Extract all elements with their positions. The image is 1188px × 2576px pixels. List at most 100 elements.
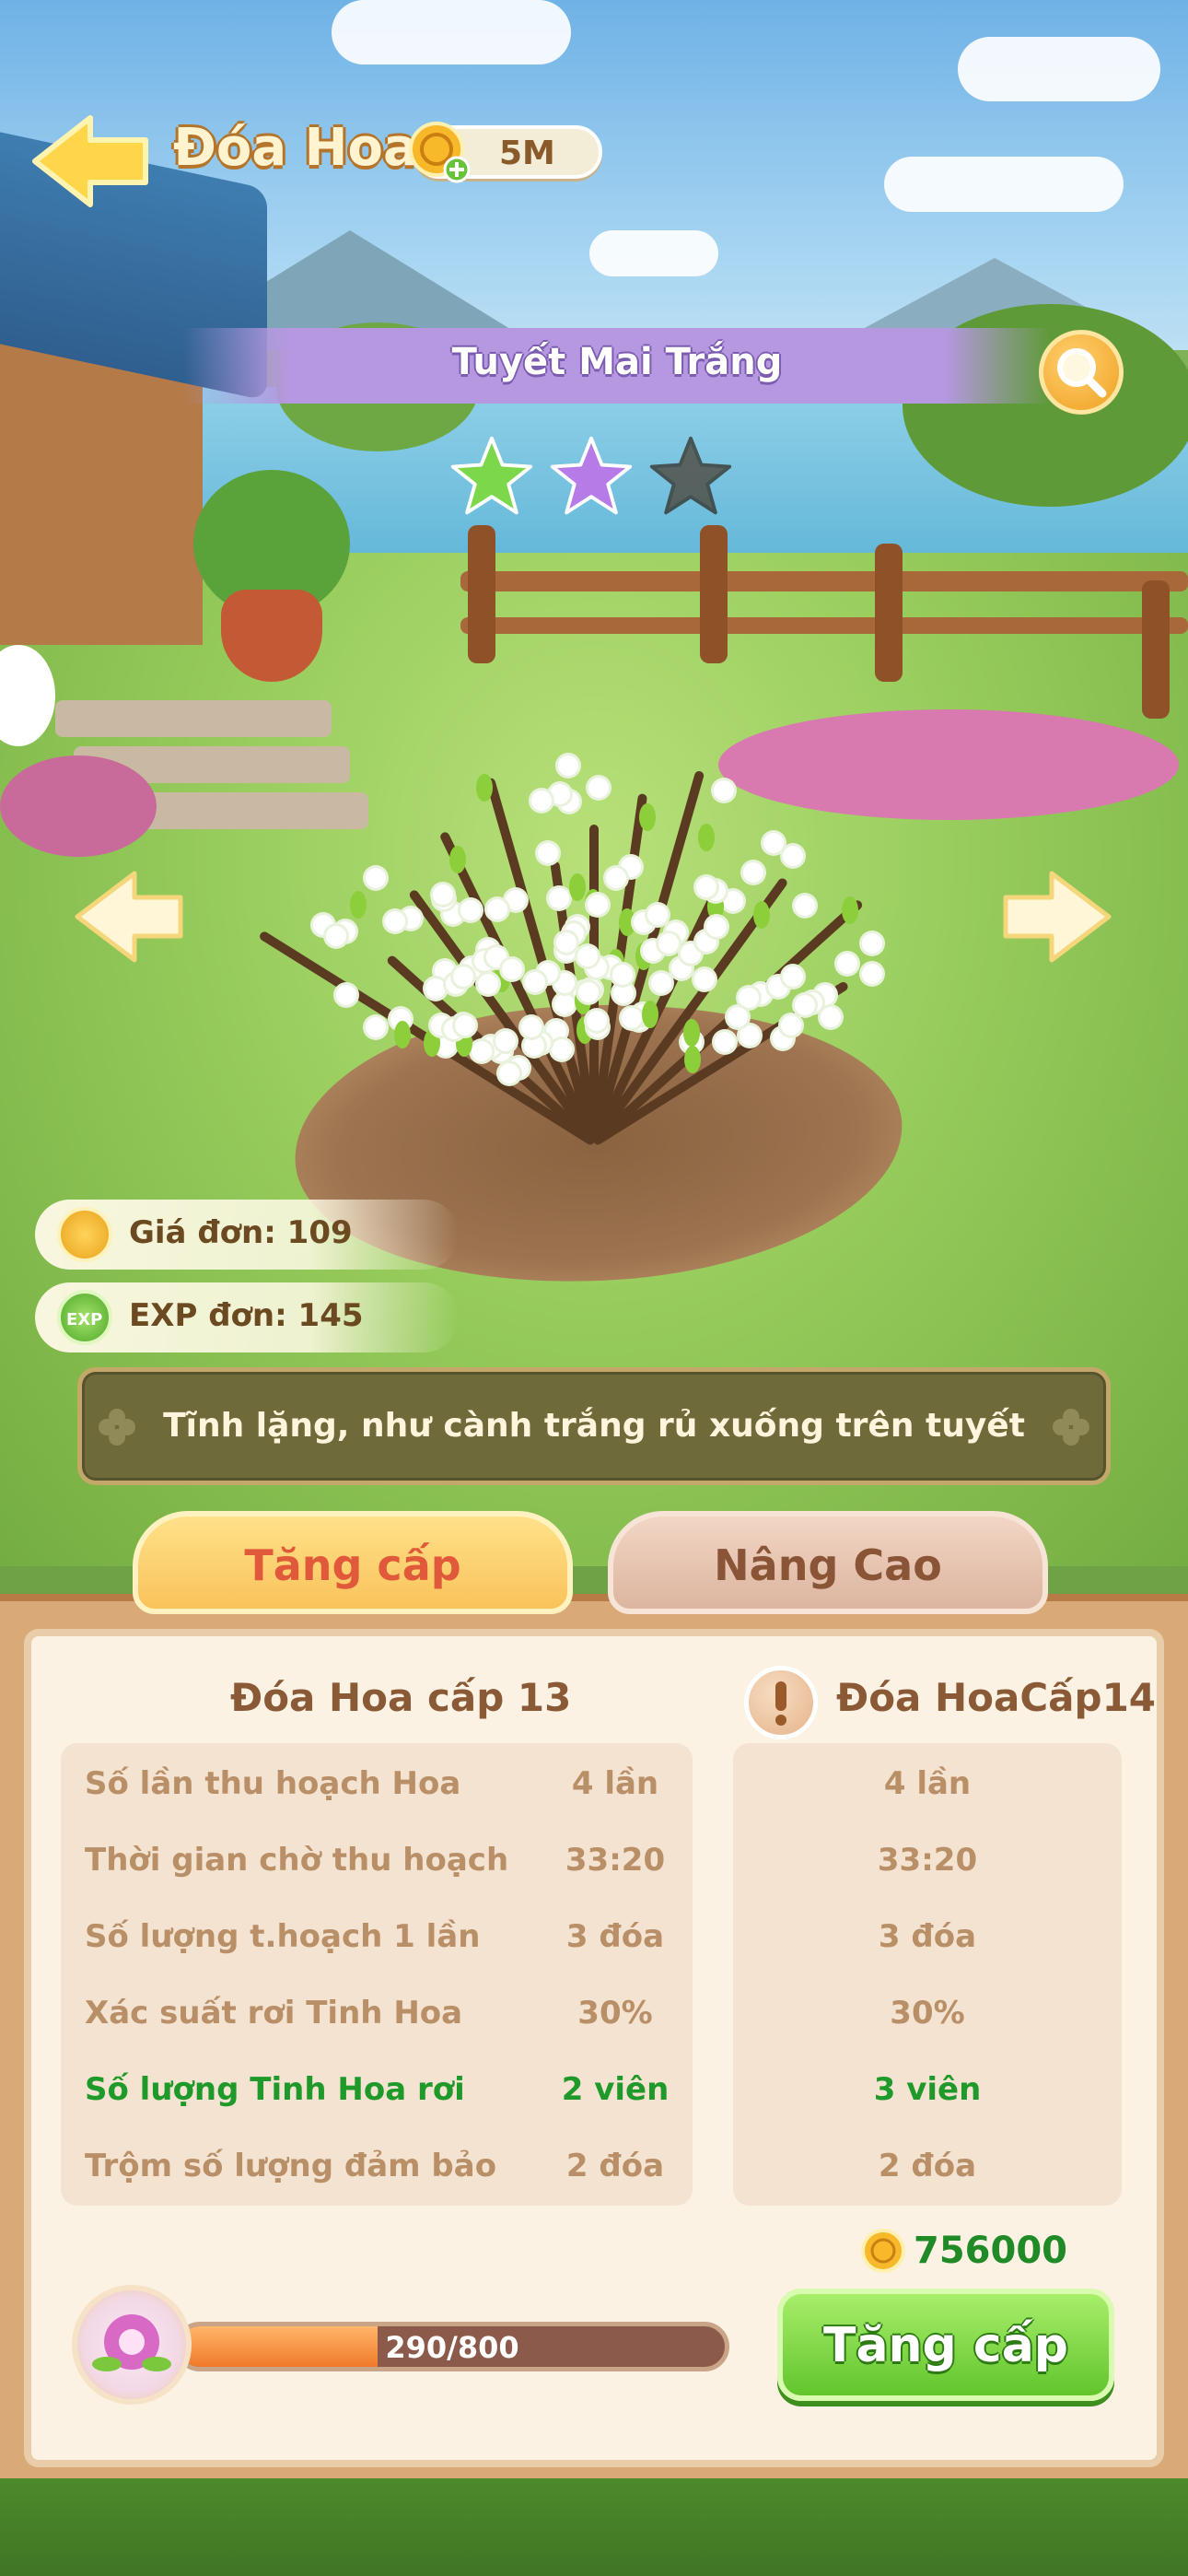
leaf	[350, 891, 367, 919]
upgrade-button-label: Tăng cấp	[822, 2318, 1069, 2373]
blossom	[658, 933, 679, 954]
coin-icon	[861, 2229, 905, 2273]
leaf	[476, 773, 494, 802]
leaf	[684, 1045, 702, 1073]
plum-blossom-plant[interactable]	[258, 590, 884, 1161]
leaf	[642, 1000, 659, 1028]
blossom	[524, 1035, 545, 1056]
prev-flower-button[interactable]	[70, 866, 190, 967]
blossom	[460, 900, 482, 921]
blossom	[613, 982, 635, 1003]
arrow-left-icon	[75, 871, 183, 963]
flower-name: Tuyết Mai Trắng	[451, 341, 783, 383]
blossom	[611, 964, 633, 985]
back-arrow-icon	[32, 115, 148, 207]
blossom	[728, 1007, 749, 1028]
unit-price: Giá đơn: 109	[129, 1214, 353, 1251]
stat-next-value: 2 đóa	[878, 2148, 977, 2184]
blossom	[705, 916, 727, 937]
blossom	[780, 1015, 801, 1036]
blossom	[605, 867, 626, 888]
leaf	[393, 1021, 411, 1049]
blossom	[782, 846, 803, 867]
tab-upgrade[interactable]: Tăng cấp	[133, 1511, 573, 1614]
blossom	[695, 876, 716, 897]
blossom	[821, 1006, 842, 1027]
stat-label: Trộm số lượng đảm bảo	[85, 2148, 497, 2184]
clover-icon	[1053, 1409, 1089, 1446]
warning-icon[interactable]	[744, 1666, 818, 1739]
blossom	[577, 946, 598, 967]
blossom	[553, 993, 575, 1014]
blossom	[782, 966, 803, 987]
leaf	[698, 824, 716, 852]
blossom	[713, 779, 734, 801]
leaf	[841, 896, 858, 925]
blossom	[432, 884, 453, 906]
blossom	[326, 925, 347, 946]
coin-icon	[57, 1207, 112, 1262]
blossom	[498, 1062, 519, 1083]
blossom	[425, 978, 446, 1000]
tab-upgrade-label: Tăng cấp	[244, 1540, 461, 1590]
footer-grass	[0, 2478, 1188, 2576]
star-rating	[448, 433, 751, 525]
leaf	[618, 907, 635, 936]
blossom	[506, 889, 527, 910]
upgrade-cost: 756000	[914, 2230, 1067, 2272]
blossom	[693, 969, 715, 990]
next-flower-button[interactable]	[996, 866, 1116, 967]
blossom	[646, 904, 668, 925]
upgrade-button[interactable]: Tăng cấp	[777, 2289, 1114, 2401]
star-filled-icon	[450, 436, 533, 515]
blossom	[837, 953, 858, 974]
leaf	[569, 872, 587, 901]
star-empty-icon	[649, 436, 732, 515]
stat-label: Số lượng t.hoạch 1 lần	[85, 1918, 481, 1955]
blossom	[722, 891, 743, 912]
blossom	[763, 833, 785, 854]
exp-icon-label: EXP	[66, 1310, 103, 1329]
stat-next-value: 4 lần	[883, 1765, 972, 1802]
fence-post	[1142, 580, 1170, 719]
blossom	[495, 1031, 516, 1052]
exp-icon: EXP	[57, 1290, 112, 1345]
leaf	[683, 1018, 701, 1047]
blossom	[336, 984, 357, 1005]
stat-current-value: 2 viên	[561, 2071, 670, 2108]
cloud	[884, 157, 1124, 212]
stat-current-value: 30%	[577, 1995, 653, 2032]
back-button[interactable]	[26, 111, 155, 212]
flower-avatar	[72, 2285, 192, 2405]
stat-current-value: 33:20	[565, 1842, 666, 1879]
search-button[interactable]	[1039, 330, 1124, 415]
stat-next-value: 3 đóa	[878, 1918, 977, 1955]
blossom	[621, 1008, 642, 1029]
flower-bed	[0, 755, 157, 857]
unit-exp: EXP đơn: 145	[129, 1297, 364, 1334]
add-coin-icon[interactable]	[407, 120, 472, 184]
star-filled-icon	[550, 436, 633, 515]
current-level-title: Đóa Hoa cấp 13	[230, 1675, 572, 1720]
cloud	[332, 0, 571, 64]
blossom	[742, 861, 763, 883]
blossom	[738, 988, 759, 1009]
stat-next-value: 33:20	[877, 1842, 978, 1879]
stat-current-value: 4 lần	[571, 1765, 659, 1802]
blossom	[552, 1038, 573, 1060]
next-stats-box	[733, 1743, 1122, 2206]
leaf	[639, 803, 657, 832]
stat-current-value: 2 đóa	[565, 2148, 665, 2184]
stat-label: Số lần thu hoạch Hoa	[85, 1765, 461, 1802]
flower-description-bar: Tĩnh lặng, như cành trắng rủ xuống trên …	[77, 1367, 1111, 1485]
blossom	[384, 910, 405, 931]
stat-label: Thời gian chờ thu hoạch	[85, 1842, 509, 1879]
arrow-right-icon	[1003, 871, 1112, 963]
blossom	[501, 959, 522, 980]
flower-description: Tĩnh lặng, như cành trắng rủ xuống trên …	[163, 1407, 1025, 1445]
blossom	[862, 932, 882, 954]
flower-icon	[92, 2314, 171, 2371]
fence-rail	[460, 571, 1188, 591]
tab-advanced[interactable]: Nâng Cao	[608, 1511, 1048, 1614]
blossom	[555, 931, 577, 953]
